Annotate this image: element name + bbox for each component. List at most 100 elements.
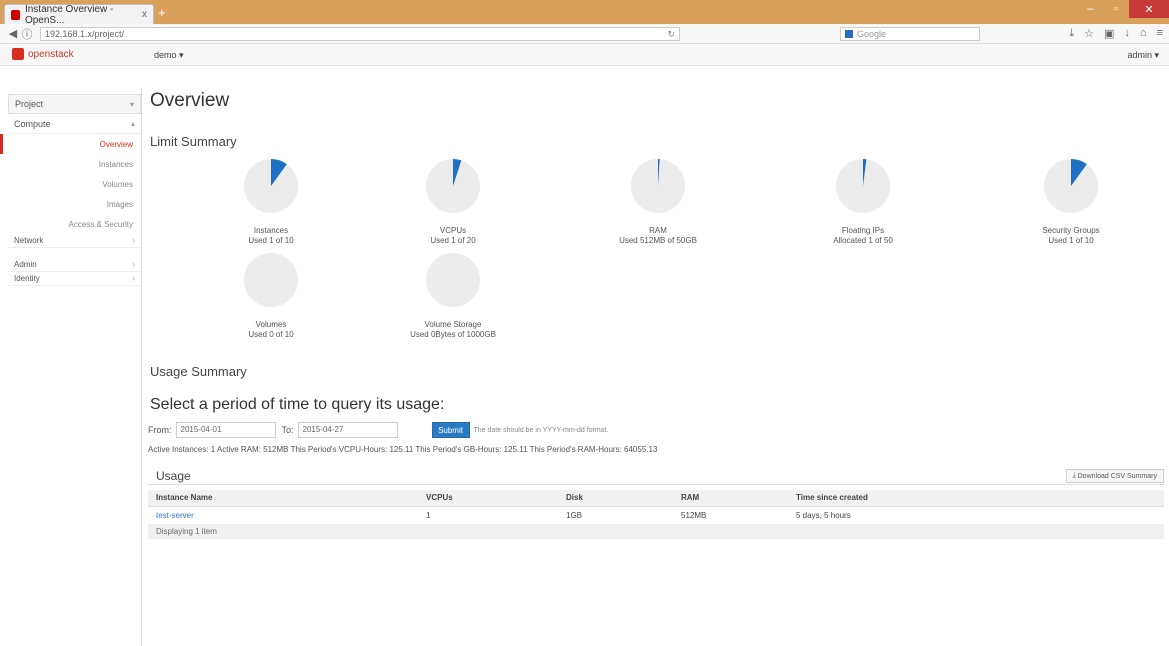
page-title: Overview	[150, 90, 230, 111]
column-header[interactable]: Time since created	[788, 490, 1164, 507]
sidebar-project[interactable]: Project ▾	[8, 94, 141, 114]
from-date-input[interactable]: 2015-04-01	[175, 422, 276, 438]
to-date-input[interactable]: 2015-04-27	[297, 422, 398, 438]
sidebar-admin-label: Admin	[14, 260, 37, 269]
pie-chart	[426, 159, 480, 213]
to-label: To:	[281, 425, 294, 435]
sidebar-item-overview[interactable]: Overview	[0, 134, 141, 154]
user-menu[interactable]: admin ▾	[1127, 50, 1159, 61]
minimize-button[interactable]: –	[1077, 0, 1103, 18]
limit-name: Floating IPs	[841, 226, 885, 235]
sidebar-compute[interactable]: Compute ▴	[8, 114, 141, 134]
disk-cell: 1GB	[558, 506, 673, 525]
chevron-right-icon: ›	[132, 274, 135, 283]
maximize-button[interactable]: ▫	[1103, 0, 1129, 18]
sidebar-network[interactable]: Network ›	[8, 234, 141, 248]
date-form: From: 2015-04-01 To: 2015-04-27 Submit T…	[148, 421, 609, 439]
app-header: openstack demo ▾ admin ▾	[0, 44, 1169, 66]
limit-pie-3: Floating IPs Allocated 1 of 50	[748, 158, 978, 246]
pie-chart	[1044, 159, 1098, 213]
url-text: 192.168.1.x/project/	[45, 28, 125, 39]
browser-tab[interactable]: Instance Overview - OpenS... x	[4, 3, 154, 26]
reload-icon[interactable]: ↻	[667, 28, 675, 40]
limit-name: VCPUs	[439, 226, 467, 235]
pie-label: RAM Used 512MB of 50GB	[543, 226, 773, 246]
limit-pie-4: Security Groups Used 1 of 10	[956, 158, 1169, 246]
limit-name: Security Groups	[1042, 226, 1100, 235]
column-header[interactable]: RAM	[673, 490, 788, 507]
arrow-down-icon[interactable]: ↓	[1124, 27, 1130, 40]
chevron-down-icon: ▾	[129, 99, 134, 109]
chevron-right-icon: ›	[132, 260, 135, 269]
window-controls: – ▫ ✕	[1077, 0, 1169, 20]
usage-summary-heading: Usage Summary	[150, 364, 247, 379]
column-header[interactable]: VCPUs	[418, 490, 558, 507]
instance-name-link[interactable]: test-server	[148, 506, 418, 525]
browser-titlebar: Instance Overview - OpenS... x + – ▫ ✕	[0, 0, 1169, 26]
ram-cell: 512MB	[673, 506, 788, 525]
download-csv-label: Download CSV Summary	[1077, 472, 1157, 480]
search-bar[interactable]: Google	[840, 26, 980, 41]
search-engine-icon	[845, 29, 853, 38]
sidebar-identity-label: Identity	[14, 274, 40, 283]
star-icon[interactable]: ☆	[1084, 27, 1094, 40]
info-icon[interactable]: ⓘ	[20, 26, 34, 42]
from-label: From:	[148, 425, 172, 435]
column-header[interactable]: Instance Name	[148, 490, 418, 507]
submit-button[interactable]: Submit	[431, 422, 470, 438]
sidebar-identity[interactable]: Identity ›	[8, 272, 141, 286]
clipboard-icon[interactable]: ▣	[1104, 27, 1114, 40]
usage-summary-line: Active Instances: 1 Active RAM: 512MB Th…	[148, 445, 658, 454]
usage-table-header: Usage ⤓ Download CSV Summary	[148, 465, 1164, 485]
sidebar-item-instances[interactable]: Instances	[8, 154, 141, 174]
download-icon[interactable]: ⤓	[1069, 27, 1074, 40]
sidebar-admin[interactable]: Admin ›	[8, 258, 141, 272]
query-heading: Select a period of time to query its usa…	[150, 396, 445, 413]
pie-label: VCPUs Used 1 of 20	[338, 226, 568, 246]
tab-title: Instance Overview - OpenS...	[24, 3, 114, 26]
limit-summary-heading: Limit Summary	[150, 134, 237, 149]
table-header-row: Instance Name VCPUs Disk RAM Time since …	[148, 490, 1164, 507]
openstack-logo-icon	[12, 48, 24, 60]
limit-name: Volume Storage	[424, 320, 482, 329]
new-tab-button[interactable]: +	[158, 6, 172, 20]
sidebar-compute-label: Compute	[14, 118, 51, 129]
pie-chart	[836, 159, 890, 213]
limit-used: Used 1 of 20	[430, 236, 476, 245]
close-window-button[interactable]: ✕	[1129, 0, 1169, 18]
favicon-icon	[11, 9, 20, 20]
limit-used: Allocated 1 of 50	[833, 236, 893, 245]
openstack-logo[interactable]: openstack	[12, 48, 74, 60]
table-footer-text: Displaying 1 item	[148, 524, 1164, 539]
pie-chart	[631, 158, 685, 213]
limit-pie-2: RAM Used 512MB of 50GB	[543, 158, 773, 246]
chevron-right-icon: ›	[132, 236, 135, 245]
pie-label: Volume Storage Used 0Bytes of 1000GB	[338, 320, 568, 340]
url-bar[interactable]: 192.168.1.x/project/ ↻	[40, 26, 680, 41]
sidebar-project-label: Project	[15, 99, 44, 109]
usage-table: Instance Name VCPUs Disk RAM Time since …	[148, 490, 1164, 539]
browser-navbar: ◀ ⓘ 192.168.1.x/project/ ↻ Google ⤓ ☆ ▣ …	[0, 24, 1169, 44]
sidebar-item-volumes[interactable]: Volumes	[8, 174, 141, 194]
home-icon[interactable]: ⌂	[1140, 27, 1147, 40]
back-icon[interactable]: ◀	[6, 27, 20, 40]
search-placeholder: Google	[857, 28, 887, 39]
pie-chart	[244, 159, 298, 213]
download-csv-button[interactable]: ⤓ Download CSV Summary	[1065, 469, 1164, 483]
column-header[interactable]: Disk	[558, 490, 673, 507]
time-cell: 5 days, 5 hours	[788, 506, 1164, 525]
limit-used: Used 1 of 10	[1048, 236, 1094, 245]
pie-background	[426, 253, 480, 307]
sidebar-item-access-security[interactable]: Access & Security	[8, 214, 141, 234]
tab-close-icon[interactable]: x	[142, 9, 147, 20]
project-selector[interactable]: demo ▾	[154, 50, 184, 61]
browser-toolbar: ⤓ ☆ ▣ ↓ ⌂ ≡	[1069, 27, 1163, 40]
sidebar-item-images[interactable]: Images	[8, 194, 141, 214]
logo-text: openstack	[28, 48, 74, 60]
sidebar: Project ▾ Compute ▴ Overview Instances V…	[0, 88, 142, 646]
limit-used: Used 0Bytes of 1000GB	[410, 330, 496, 339]
table-row: test-server 1 1GB 512MB 5 days, 5 hours	[148, 506, 1164, 525]
pie-background	[244, 253, 298, 307]
menu-icon[interactable]: ≡	[1157, 27, 1163, 40]
pie-label: Security Groups Used 1 of 10	[956, 226, 1169, 246]
